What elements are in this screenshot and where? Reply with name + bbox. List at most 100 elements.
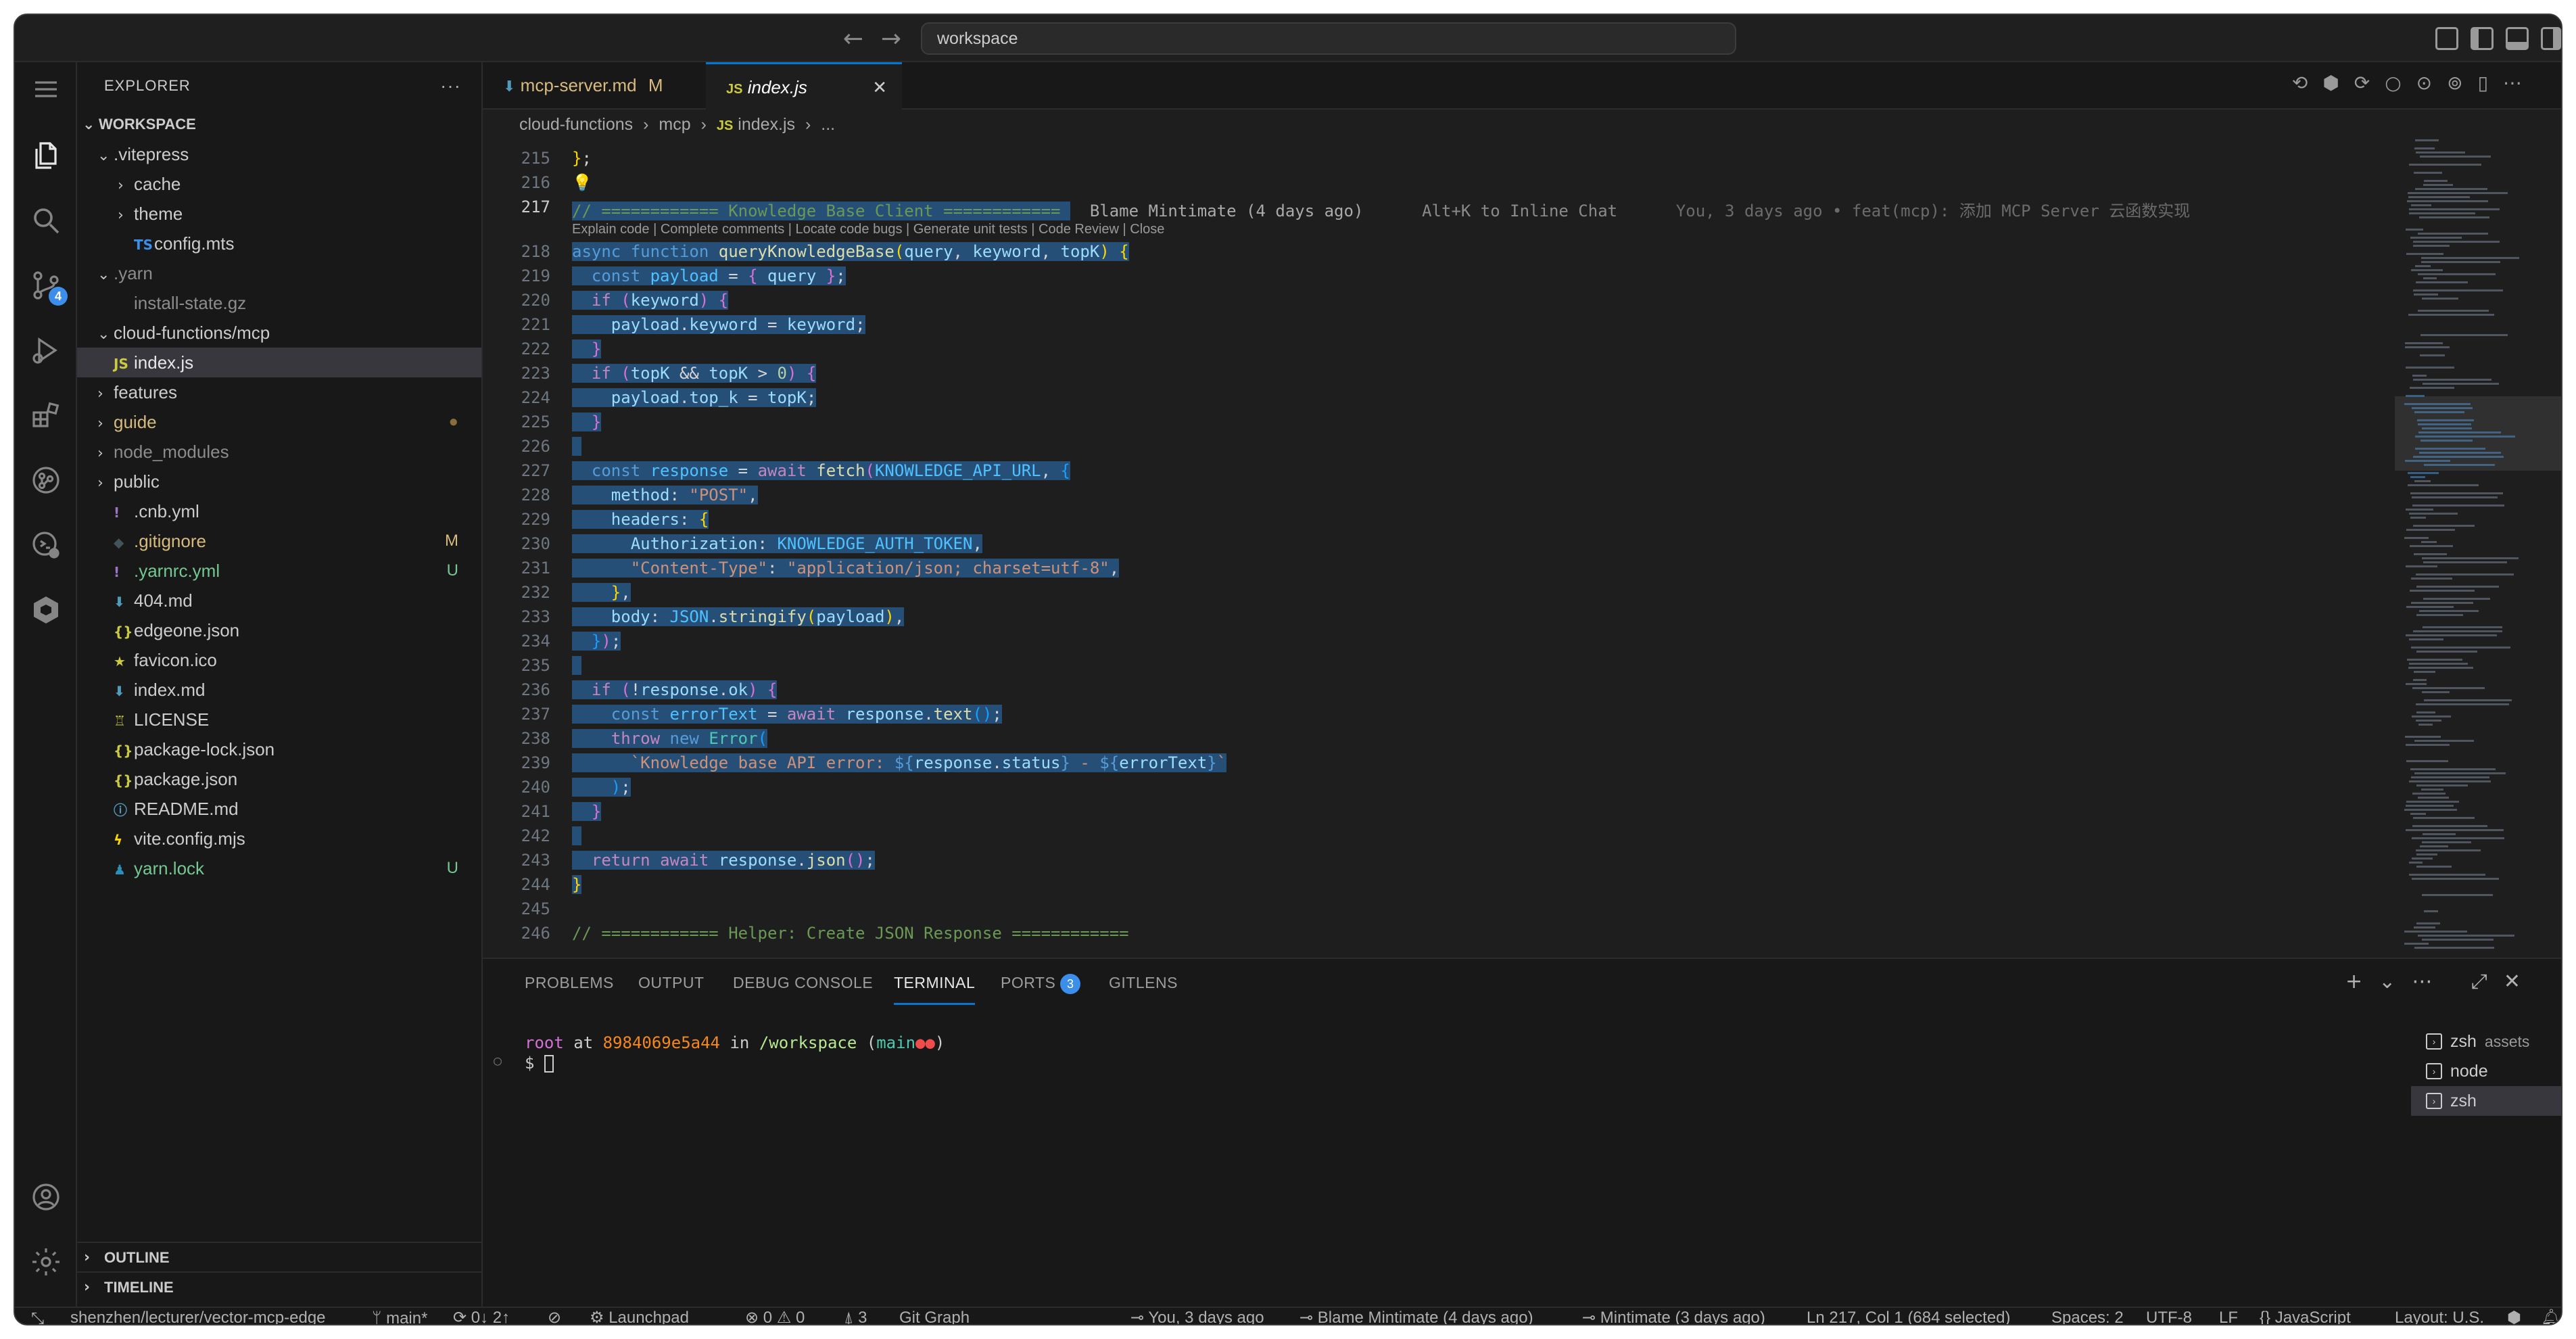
toggle-panel-icon[interactable] (2506, 27, 2529, 50)
tree-item[interactable]: ! .cnb.yml (77, 496, 481, 526)
tab-mcp-server-md[interactable]: ⬇ mcp-server.md M (483, 62, 706, 110)
tree-item[interactable]: ♟ yarn.lock U (77, 853, 481, 883)
panel-actions[interactable]: +⌄⋯ ⤢✕ (2345, 970, 2537, 993)
indentation[interactable]: Spaces: 2 (2051, 1308, 2124, 1324)
toggle-secondary-sidebar-icon[interactable] (2541, 27, 2561, 50)
tree-item[interactable]: ⓘ README.md (77, 794, 481, 824)
copilot-icon[interactable]: ⬢ (2507, 1308, 2521, 1324)
tree-item[interactable]: ♖ LICENSE (77, 705, 481, 734)
remote-icon[interactable]: ⤡ (31, 1308, 44, 1324)
line-ending[interactable]: LF (2219, 1308, 2238, 1324)
tree-item[interactable]: ◆ .gitignore M (77, 526, 481, 556)
tree-item[interactable]: {}edgeone.json (77, 615, 481, 645)
cursor-position[interactable]: Ln 217, Col 1 (684 selected) (1807, 1308, 2011, 1324)
blame-you-indicator[interactable]: ⊸ You, 3 days ago (1130, 1308, 1264, 1324)
tab-index-js[interactable]: JS index.js ✕ (706, 62, 902, 110)
minimap-slider[interactable] (2395, 396, 2561, 471)
tree-item[interactable]: ★ favicon.ico (77, 645, 481, 675)
tree-item[interactable]: › features (77, 377, 481, 407)
back-arrow-icon[interactable]: ← (838, 24, 868, 54)
gitlens-icon[interactable] (27, 461, 65, 499)
breadcrumb-item[interactable]: cloud-functions (519, 115, 633, 134)
codelens-actions[interactable]: Explain code | Complete comments | Locat… (572, 222, 1164, 237)
breadcrumb-item[interactable]: ... (821, 115, 835, 134)
breadcrumb-item[interactable]: mcp (659, 115, 690, 134)
tree-item[interactable]: ! .yarnrc.yml U (77, 556, 481, 586)
ports-indicator[interactable]: ⍋ 3 (844, 1308, 867, 1324)
close-tab-icon[interactable]: ✕ (872, 64, 887, 110)
tab-terminal[interactable]: TERMINAL (894, 974, 976, 1005)
outline-section[interactable]: › OUTLINE (77, 1242, 481, 1271)
keyboard-layout[interactable]: Layout: U.S. (2395, 1308, 2484, 1324)
run-debug-icon[interactable] (27, 331, 65, 369)
chevron-right-icon: › (97, 385, 103, 402)
search-icon[interactable] (27, 202, 65, 239)
editor-actions[interactable]: ⟲⬢⟳○⊙⊚▯⋯ (2292, 72, 2537, 94)
sync-indicator[interactable]: ⟳ 0↓ 2↑ (453, 1308, 510, 1324)
code-line (572, 437, 582, 456)
tree-item[interactable]: › cache (77, 169, 481, 199)
toggle-primary-sidebar-icon[interactable] (2471, 27, 2494, 50)
tree-item[interactable]: › public (77, 467, 481, 496)
blame-mintimate-indicator[interactable]: ⊸ Blame Mintimate (4 days ago) (1299, 1308, 1533, 1324)
blame-hint[interactable]: Blame Mintimate (4 days ago) (1090, 202, 1364, 220)
minimap-line (2410, 476, 2425, 478)
launchpad-button[interactable]: ⚙ Launchpad (590, 1308, 689, 1324)
customize-layout-icon[interactable] (2435, 27, 2458, 50)
explorer-files-icon[interactable] (27, 137, 65, 174)
tree-item[interactable]: ⬇ index.md (77, 675, 481, 705)
breadcrumb-item[interactable]: index.js (738, 115, 795, 134)
git-status-badge: M (445, 532, 458, 550)
forward-arrow-icon[interactable]: → (876, 24, 906, 54)
lightbulb-icon[interactable]: 💡 (572, 173, 592, 192)
cube-extension-icon[interactable] (27, 591, 65, 629)
extensions-icon[interactable] (27, 396, 65, 434)
mintimate-indicator[interactable]: ⊸ Mintimate (3 days ago) (1582, 1308, 1765, 1324)
tree-item[interactable]: ϟ vite.config.mjs (77, 824, 481, 853)
terminal-user: root (525, 1033, 564, 1052)
gitlens-status-icon[interactable]: ⊘ (548, 1308, 561, 1324)
tree-item[interactable]: TSconfig.mts (77, 229, 481, 258)
tree-item[interactable]: JS index.js (77, 348, 481, 377)
tree-item[interactable]: › guide ● (77, 407, 481, 437)
terminal-label: zsh (2450, 1032, 2477, 1051)
code-editor[interactable]: 215 216 217 218 219 220 221 222 223 224 225 226 227 2… (483, 139, 2396, 958)
problems-indicator[interactable]: ⊗ 0 ⚠ 0 (745, 1308, 805, 1324)
tab-debug-console[interactable]: DEBUG CONSOLE (733, 974, 873, 1005)
tree-item[interactable]: {}package.json (77, 764, 481, 794)
menu-icon[interactable] (27, 70, 65, 108)
remote-indicator[interactable]: shenzhen/lecturer/vector-mcp-edge (70, 1308, 326, 1324)
timeline-section[interactable]: › TIMELINE (77, 1271, 481, 1301)
notifications-bell-icon[interactable]: 🔔︎ (2541, 1308, 2561, 1324)
tree-item[interactable]: › node_modules (77, 437, 481, 467)
tree-item[interactable]: ⬇ 404.md (77, 586, 481, 615)
tab-output[interactable]: OUTPUT (638, 974, 705, 1005)
tree-item[interactable]: › theme (77, 199, 481, 229)
terminal-input-line[interactable]: $ (525, 1054, 554, 1073)
settings-gear-icon[interactable] (27, 1243, 65, 1281)
tree-item[interactable]: install-state.gz (77, 288, 481, 318)
more-actions-icon[interactable]: ··· (440, 62, 461, 110)
tree-item[interactable]: {}package-lock.json (77, 734, 481, 764)
terminal-instance[interactable]: › zsh assets (2411, 1027, 2561, 1056)
encoding[interactable]: UTF-8 (2146, 1308, 2192, 1324)
inline-blame: You, 3 days ago • feat(mcp): 添加 MCP Serv… (1675, 202, 2191, 220)
tab-gitlens[interactable]: GITLENS (1109, 974, 1178, 1005)
tree-item[interactable]: ⌄ .yarn (77, 258, 481, 288)
tab-problems[interactable]: PROBLEMS (525, 974, 614, 1005)
workspace-section[interactable]: ⌄ WORKSPACE (77, 110, 481, 139)
git-graph-button[interactable]: Git Graph (899, 1308, 970, 1324)
terminal-instance[interactable]: › zsh (2411, 1086, 2561, 1116)
command-center-search[interactable]: workspace (921, 22, 1736, 55)
tree-item[interactable]: ⌄ cloud-functions/mcp (77, 318, 481, 348)
remote-explorer-icon[interactable] (27, 526, 65, 564)
branch-indicator[interactable]: ᛘ main* (372, 1308, 427, 1324)
minimap[interactable] (2395, 139, 2561, 958)
tree-item[interactable]: ⌄ .vitepress (77, 139, 481, 169)
tab-ports[interactable]: PORTS 3 (1001, 974, 1081, 1005)
source-control-icon[interactable]: 4 (27, 266, 68, 306)
terminal-instance[interactable]: › node (2411, 1056, 2561, 1086)
minimap-line (2415, 188, 2487, 190)
language-mode[interactable]: {} JavaScript (2260, 1308, 2351, 1324)
account-icon[interactable] (27, 1178, 65, 1216)
